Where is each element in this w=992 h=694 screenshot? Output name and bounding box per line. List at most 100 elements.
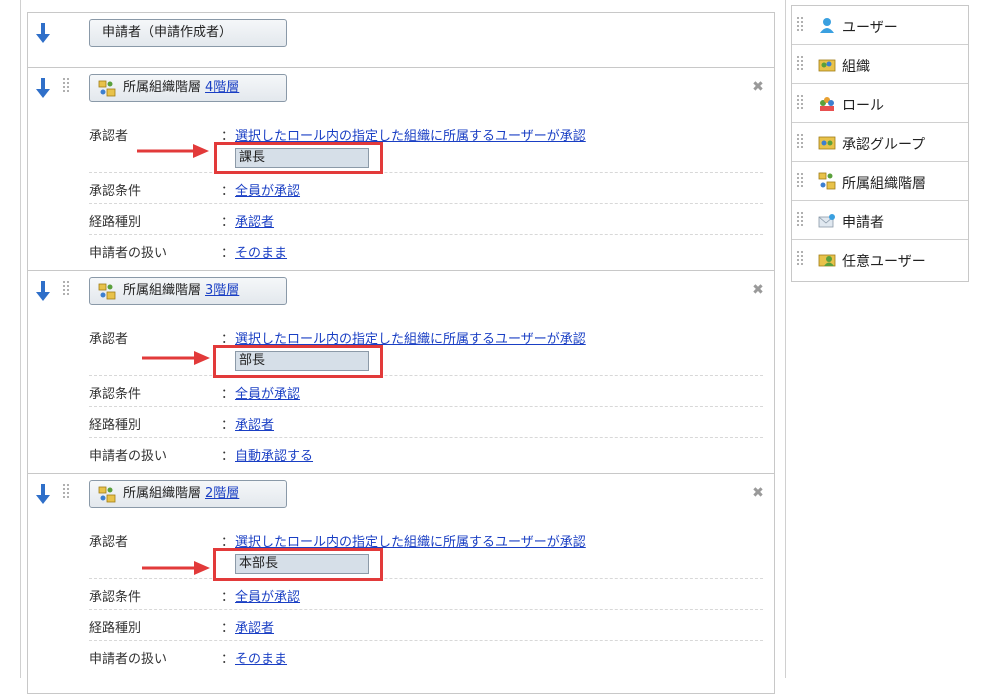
node-type-label: 所属組織階層 — [123, 486, 202, 501]
palette-item-role[interactable]: ロール — [792, 84, 968, 123]
drag-handle-icon — [797, 56, 805, 72]
close-icon[interactable]: ✖ — [752, 486, 764, 500]
applicant-handling-row: 申請者の扱い ： そのまま — [89, 641, 763, 671]
palette-item-label: 組織 — [842, 59, 870, 75]
drag-handle-icon — [797, 251, 805, 267]
any-user-icon — [818, 254, 836, 267]
red-arrow-icon — [137, 144, 209, 158]
route-type-row: 経路種別 ： 承認者 — [89, 204, 763, 235]
condition-link[interactable]: 全員が承認 — [235, 383, 300, 402]
org-hierarchy-icon — [98, 486, 116, 503]
palette-item-label: ユーザー — [842, 20, 898, 36]
approver-label: 承認者 — [89, 535, 129, 550]
close-icon[interactable]: ✖ — [752, 283, 764, 297]
org-hierarchy-icon — [98, 283, 116, 300]
colon: ： — [221, 246, 235, 261]
node-palette: ユーザー 組織 ロール 承認グループ 所属組織階層 申請者 任意ユーザー — [791, 5, 969, 282]
palette-item-organization[interactable]: 組織 — [792, 45, 968, 84]
colon: ： — [221, 387, 235, 402]
level-link[interactable]: 3階層 — [205, 283, 239, 298]
org-hierarchy-icon — [818, 172, 836, 190]
node-label[interactable]: 所属組織階層 4階層 — [89, 74, 287, 102]
condition-row: 承認条件 ： 全員が承認 — [89, 579, 763, 610]
node-type-label: 所属組織階層 — [123, 80, 202, 95]
organization-icon — [818, 59, 836, 72]
condition-label: 承認条件 — [89, 184, 142, 199]
red-arrow-icon — [142, 561, 210, 575]
palette-item-label: ロール — [842, 98, 884, 114]
palette-item-applicant[interactable]: 申請者 — [792, 201, 968, 240]
user-icon — [820, 18, 834, 33]
role-icon — [820, 97, 834, 111]
route-type-link[interactable]: 承認者 — [235, 617, 274, 636]
drag-handle-icon[interactable] — [63, 484, 71, 500]
applicant-handling-row: 申請者の扱い ： そのまま — [89, 235, 763, 265]
drag-handle-icon — [797, 95, 805, 111]
highlight-box — [214, 142, 383, 174]
start-node-label[interactable]: 申請者（申請作成者） — [89, 19, 287, 47]
highlight-box — [213, 345, 383, 378]
palette-item-approval-group[interactable]: 承認グループ — [792, 123, 968, 162]
condition-row: 承認条件 ： 全員が承認 — [89, 173, 763, 204]
route-type-label: 経路種別 — [89, 418, 142, 433]
approval-node-3: 所属組織階層 2階層 ✖ 承認者 ： 選択したロール内の指定した組織に所属するユー… — [28, 474, 774, 684]
applicant-icon — [818, 214, 835, 228]
approver-label: 承認者 — [89, 332, 129, 347]
condition-label: 承認条件 — [89, 590, 142, 605]
colon: ： — [221, 590, 235, 605]
condition-link[interactable]: 全員が承認 — [235, 586, 300, 605]
drag-handle-icon — [797, 173, 805, 189]
applicant-handling-row: 申請者の扱い ： 自動承認する — [89, 438, 763, 468]
route-type-label: 経路種別 — [89, 621, 142, 636]
applicant-handling-link[interactable]: そのまま — [235, 242, 287, 261]
start-node-text: 申請者（申請作成者） — [102, 25, 233, 40]
approval-node-2: 所属組織階層 3階層 ✖ 承認者 ： 選択したロール内の指定した組織に所属するユー… — [28, 271, 774, 474]
palette-item-org-hierarchy[interactable]: 所属組織階層 — [792, 162, 968, 201]
drag-handle-icon — [797, 17, 805, 33]
drag-handle-icon[interactable] — [63, 281, 71, 297]
approval-group-icon — [818, 136, 836, 150]
red-arrow-icon — [142, 351, 210, 365]
start-node: 申請者（申請作成者） — [28, 13, 774, 68]
node-label[interactable]: 所属組織階層 2階層 — [89, 480, 287, 508]
palette-item-label: 所属組織階層 — [842, 176, 926, 192]
node-label[interactable]: 所属組織階層 3階層 — [89, 277, 287, 305]
applicant-handling-link[interactable]: 自動承認する — [235, 445, 313, 464]
highlight-box — [213, 548, 383, 581]
palette-item-label: 申請者 — [842, 215, 884, 231]
applicant-handling-label: 申請者の扱い — [89, 246, 168, 261]
org-hierarchy-icon — [98, 80, 116, 97]
colon: ： — [221, 184, 235, 199]
drag-handle-icon — [797, 134, 805, 150]
drag-handle-icon[interactable] — [63, 78, 71, 94]
condition-row: 承認条件 ： 全員が承認 — [89, 376, 763, 407]
applicant-handling-label: 申請者の扱い — [89, 449, 168, 464]
palette-item-user[interactable]: ユーザー — [792, 6, 968, 45]
colon: ： — [221, 621, 235, 636]
down-arrow-icon — [36, 23, 50, 43]
drag-handle-icon — [797, 212, 805, 228]
colon: ： — [221, 418, 235, 433]
route-type-link[interactable]: 承認者 — [235, 414, 274, 433]
condition-link[interactable]: 全員が承認 — [235, 180, 300, 199]
route-type-row: 経路種別 ： 承認者 — [89, 610, 763, 641]
level-link[interactable]: 4階層 — [205, 80, 239, 95]
route-type-link[interactable]: 承認者 — [235, 211, 274, 230]
colon: ： — [221, 652, 235, 667]
condition-label: 承認条件 — [89, 387, 142, 402]
colon: ： — [221, 449, 235, 464]
applicant-handling-link[interactable]: そのまま — [235, 648, 287, 667]
approver-row: 承認者 ： 選択したロール内の指定した組織に所属するユーザーが承認 部長 — [89, 319, 763, 376]
palette-item-label: 任意ユーザー — [842, 254, 926, 270]
down-arrow-icon — [36, 484, 50, 504]
approver-label: 承認者 — [89, 129, 129, 144]
down-arrow-icon — [36, 281, 50, 301]
colon: ： — [221, 215, 235, 230]
close-icon[interactable]: ✖ — [752, 80, 764, 94]
node-type-label: 所属組織階層 — [123, 283, 202, 298]
palette-item-any-user[interactable]: 任意ユーザー — [792, 240, 968, 279]
route-type-label: 経路種別 — [89, 215, 142, 230]
approval-node-1: 所属組織階層 4階層 ✖ 承認者 ： 選択したロール内の指定した組織に所属するユー… — [28, 68, 774, 271]
down-arrow-icon — [36, 78, 50, 98]
level-link[interactable]: 2階層 — [205, 486, 239, 501]
